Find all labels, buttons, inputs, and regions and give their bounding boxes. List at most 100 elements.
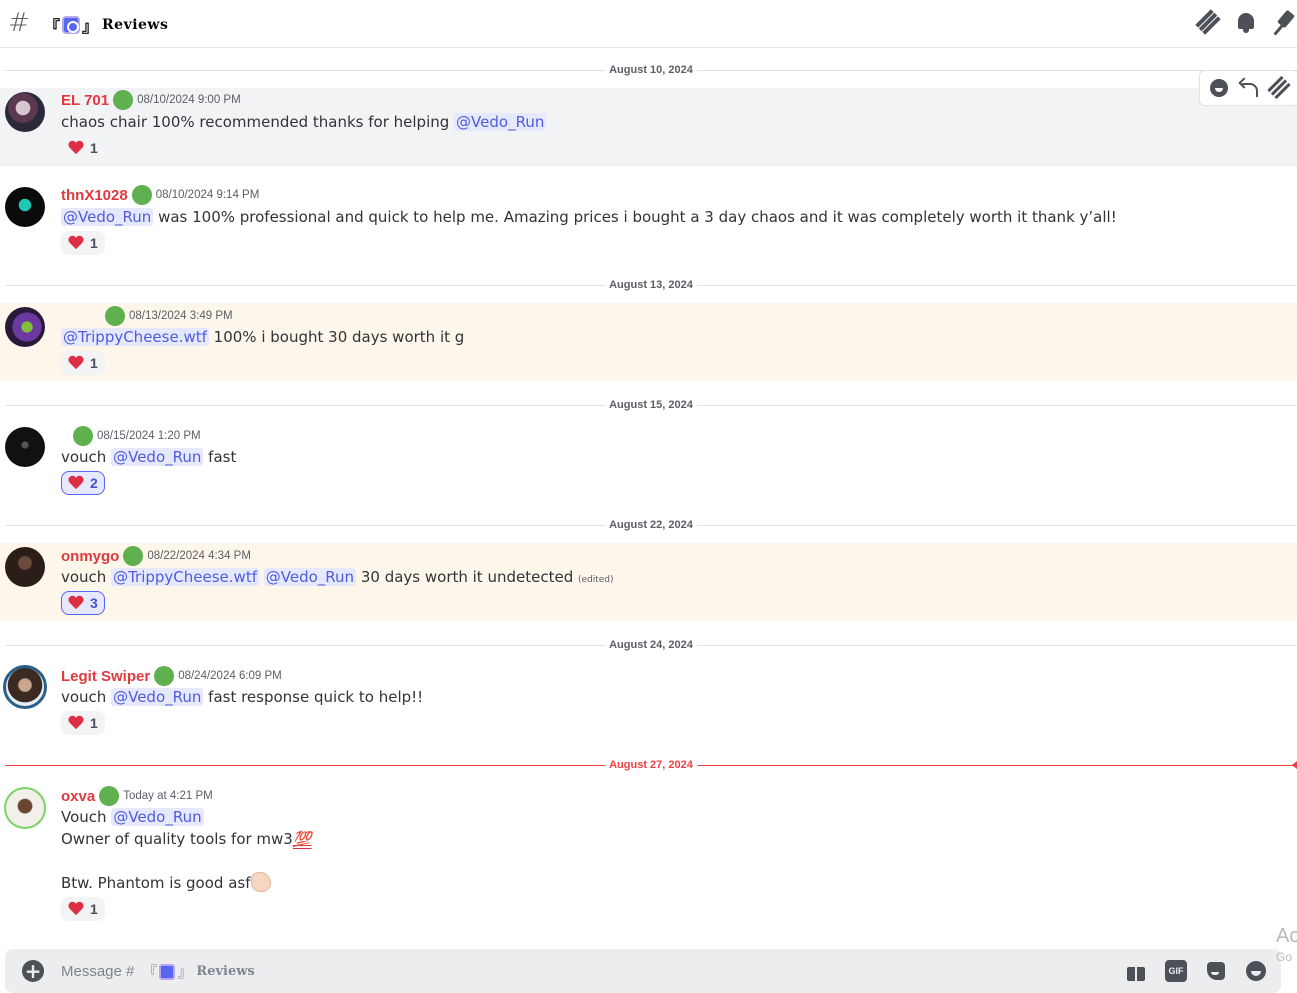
edited-label: (edited) — [577, 575, 614, 585]
username[interactable]: EL 701 — [61, 92, 109, 109]
reply-icon[interactable] — [1238, 77, 1260, 99]
channel-name: Reviews — [102, 17, 169, 33]
pin-icon[interactable] — [1275, 10, 1297, 36]
date-divider-label: August 27, 2024 — [605, 758, 697, 772]
role-badge-icon — [99, 786, 120, 806]
avatar[interactable] — [5, 187, 45, 227]
timestamp: 08/22/2024 4:34 PM — [147, 550, 251, 562]
message-input[interactable]: Message # 『 』 Reviews — [61, 961, 255, 982]
composer-buttons: GIF — [1125, 960, 1267, 982]
channel-header: # 『 』 Reviews — [0, 0, 1297, 48]
message-content: Owner of quality tools for mw3💯 — [61, 828, 312, 850]
message-text: fast response quick to help!! — [203, 688, 424, 706]
user-mention[interactable]: @Vedo_Run — [454, 113, 547, 131]
message-content: vouch @Vedo_Run fast — [61, 446, 236, 468]
reaction-pill[interactable]: 1 — [61, 711, 105, 735]
heart-icon — [68, 476, 84, 490]
gift-icon[interactable] — [1125, 960, 1147, 982]
reaction-pill[interactable]: 1 — [61, 897, 105, 921]
avatar[interactable] — [5, 92, 45, 132]
date-divider-label: August 10, 2024 — [605, 63, 697, 77]
message-content: vouch @Vedo_Run fast response quick to h… — [61, 686, 423, 708]
reaction-pill[interactable]: 1 — [61, 231, 105, 255]
emoji-picker-icon[interactable] — [1245, 960, 1267, 982]
reaction-count: 1 — [90, 355, 98, 371]
watermark-text: Ac — [1276, 925, 1297, 947]
heart-icon — [68, 236, 84, 250]
message[interactable]: 08/15/2024 1:20 PM vouch @Vedo_Run fast … — [0, 423, 1297, 501]
channel-emoji-icon — [62, 16, 81, 34]
add-reaction-icon[interactable] — [1208, 77, 1230, 99]
reaction-count: 1 — [90, 715, 98, 731]
notification-bell-icon[interactable] — [1235, 10, 1257, 36]
message-text: vouch — [61, 448, 112, 466]
message-content: @Vedo_Run was 100% professional and quic… — [61, 206, 1117, 228]
threads-icon[interactable] — [1195, 10, 1217, 36]
user-mention[interactable]: @Vedo_Run — [263, 568, 357, 586]
user-mention[interactable]: @Vedo_Run — [61, 208, 154, 226]
reaction-pill[interactable]: 3 — [61, 591, 105, 615]
heart-icon — [68, 902, 84, 916]
reaction-pill[interactable]: 2 — [61, 471, 105, 495]
heart-icon — [68, 596, 84, 610]
username[interactable]: oxva — [61, 788, 95, 805]
message-composer[interactable]: + Message # 『 』 Reviews GIF — [5, 949, 1281, 993]
channel-hash-icon: # — [8, 8, 30, 38]
heart-icon — [68, 141, 84, 155]
user-mention[interactable]: @Vedo_Run — [111, 688, 204, 706]
channel-title: 『 』 Reviews — [44, 13, 168, 37]
create-thread-icon[interactable] — [1268, 77, 1290, 99]
timestamp: 08/15/2024 1:20 PM — [97, 430, 201, 442]
role-badge-icon — [123, 546, 144, 566]
reaction-count: 1 — [90, 140, 98, 156]
message-text: chaos chair 100% recommended thanks for … — [61, 113, 455, 131]
user-mention[interactable]: @Vedo_Run — [111, 808, 204, 826]
message[interactable]: EL 701 08/10/2024 9:00 PM chaos chair 10… — [0, 88, 1297, 166]
new-messages-divider: August 27, 2024 — [5, 758, 1297, 772]
role-badge-icon — [73, 426, 93, 446]
avatar[interactable] — [5, 547, 45, 587]
user-mention[interactable]: @Vedo_Run — [111, 448, 204, 466]
avatar[interactable] — [3, 665, 47, 709]
avatar[interactable] — [5, 427, 45, 467]
avatar[interactable] — [5, 307, 45, 347]
gif-icon[interactable]: GIF — [1165, 960, 1187, 982]
date-divider: August 22, 2024 — [5, 518, 1297, 532]
message-content: @TrippyCheese.wtf 100% i bought 30 days … — [61, 326, 464, 348]
sticker-icon[interactable] — [1205, 960, 1227, 982]
role-badge-icon — [105, 306, 125, 326]
reaction-pill[interactable]: 1 — [61, 136, 105, 160]
header-toolbar — [1195, 10, 1297, 36]
timestamp: 08/24/2024 6:09 PM — [178, 670, 282, 682]
avatar[interactable] — [4, 787, 46, 829]
timestamp: 08/10/2024 9:00 PM — [137, 94, 241, 106]
message-text: was 100% professional and quick to help … — [153, 208, 1117, 226]
message-text: fast — [203, 448, 237, 466]
placeholder-channel-name: Reviews — [196, 964, 255, 979]
message[interactable]: thnX1028 08/10/2024 9:14 PM @Vedo_Run wa… — [0, 183, 1297, 261]
reaction-count: 1 — [90, 235, 98, 251]
bracket-open: 『 — [142, 964, 158, 981]
message[interactable]: 08/13/2024 3:49 PM @TrippyCheese.wtf 100… — [0, 303, 1297, 381]
message-content: vouch @TrippyCheese.wtf @Vedo_Run 30 day… — [61, 566, 614, 591]
user-mention[interactable]: @TrippyCheese.wtf — [111, 568, 259, 586]
date-divider: August 24, 2024 — [5, 638, 1297, 652]
upload-plus-icon[interactable]: + — [22, 960, 44, 982]
message[interactable]: Legit Swiper 08/24/2024 6:09 PM vouch @V… — [0, 663, 1297, 741]
user-mention[interactable]: @TrippyCheese.wtf — [61, 328, 209, 346]
role-badge-icon — [113, 90, 134, 110]
username[interactable]: Legit Swiper — [61, 668, 150, 685]
reaction-pill[interactable]: 1 — [61, 351, 105, 375]
username[interactable]: onmygo — [61, 548, 119, 565]
message[interactable]: oxva Today at 4:21 PM Vouch @Vedo_Run Ow… — [0, 783, 1297, 933]
date-divider-label: August 13, 2024 — [605, 278, 697, 292]
heart-icon — [68, 716, 84, 730]
message-hover-toolbar — [1199, 70, 1297, 106]
reaction-count: 3 — [90, 595, 98, 611]
timestamp: 08/13/2024 3:49 PM — [129, 310, 233, 322]
username[interactable]: thnX1028 — [61, 187, 128, 204]
timestamp: Today at 4:21 PM — [123, 790, 213, 802]
bracket-close: 』 — [177, 964, 193, 981]
message-text: Btw. Phantom is good asf — [61, 874, 251, 892]
message[interactable]: onmygo 08/22/2024 4:34 PM vouch @TrippyC… — [0, 543, 1297, 621]
